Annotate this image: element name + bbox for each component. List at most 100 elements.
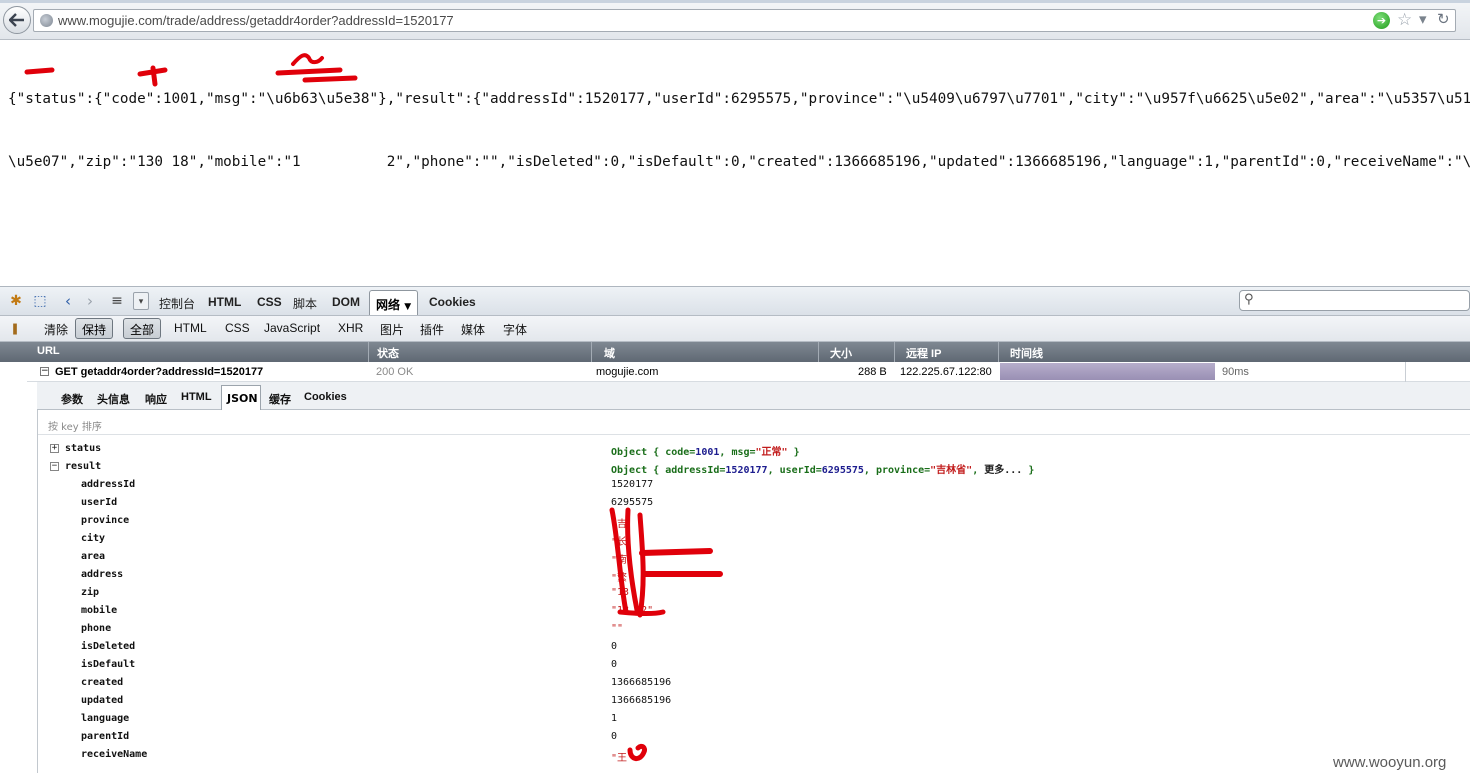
col-url[interactable]: URL bbox=[37, 345, 60, 357]
tab-strip-edge bbox=[0, 0, 1470, 3]
filter-xhr[interactable]: XHR bbox=[338, 321, 363, 335]
json-key-addressid: addressId bbox=[81, 479, 136, 490]
panel-dropdown-icon[interactable]: ▾ bbox=[133, 292, 149, 310]
json-key-status[interactable]: status bbox=[65, 443, 101, 454]
raw-json-line-1: {"status":{"code":1001,"msg":"\u6b63\u5e… bbox=[8, 91, 1470, 107]
filter-fonts[interactable]: 字体 bbox=[503, 321, 527, 338]
col-divider bbox=[818, 342, 819, 362]
inspect-element-icon[interactable]: ⬚ bbox=[30, 292, 50, 310]
bookmark-star-icon[interactable]: ☆ bbox=[1397, 10, 1412, 30]
summary-key: addressId= bbox=[665, 465, 726, 476]
watermark: www.wooyun.org bbox=[1333, 754, 1447, 771]
detail-tab-json[interactable]: JSON bbox=[221, 385, 261, 410]
tab-dom[interactable]: DOM bbox=[332, 295, 360, 309]
json-key-created: created bbox=[81, 677, 124, 688]
col-status[interactable]: 状态 bbox=[377, 345, 399, 361]
json-value-city: "长 bbox=[611, 537, 628, 548]
request-time: 90ms bbox=[1222, 366, 1249, 378]
tab-net-dropdown-icon[interactable]: ▼ bbox=[404, 302, 411, 312]
tab-cookies[interactable]: Cookies bbox=[429, 295, 476, 309]
request-url[interactable]: GET getaddr4order?addressId=1520177 bbox=[55, 366, 263, 378]
go-icon[interactable]: ➔ bbox=[1373, 12, 1390, 29]
json-value-address: "繁 bbox=[611, 573, 628, 584]
json-value-created: 1366685196 bbox=[611, 677, 672, 688]
col-remote-ip[interactable]: 远程 IP bbox=[906, 345, 941, 361]
site-identity-icon[interactable] bbox=[40, 14, 53, 27]
json-key-userid: userId bbox=[81, 497, 118, 508]
summary-value: 1001 bbox=[695, 447, 720, 458]
request-detail-tabs: 参数 头信息 响应 HTML JSON 缓存 Cookies bbox=[37, 382, 1470, 410]
url-bar[interactable]: www.mogujie.com/trade/address/getaddr4or… bbox=[33, 9, 1456, 32]
summary-prefix: Object { bbox=[611, 447, 666, 458]
json-value-updated: 1366685196 bbox=[611, 695, 672, 706]
nav-back-icon[interactable]: ‹ bbox=[58, 292, 78, 310]
col-timeline[interactable]: 时间线 bbox=[1010, 345, 1043, 361]
search-icon: ⚲ bbox=[1244, 292, 1254, 307]
sort-by-key-link[interactable]: 按 key 排序 bbox=[48, 418, 102, 433]
json-key-parentid: parentId bbox=[81, 731, 130, 742]
tab-html[interactable]: HTML bbox=[208, 295, 241, 309]
request-status: 200 OK bbox=[376, 366, 414, 378]
col-divider bbox=[894, 342, 895, 362]
col-size[interactable]: 大小 bbox=[830, 345, 852, 361]
tab-script[interactable]: 脚本 bbox=[293, 295, 317, 312]
raw-json-response: {"status":{"code":1001,"msg":"\u6b63\u5e… bbox=[8, 47, 1470, 194]
request-row[interactable]: − GET getaddr4order?addressId=1520177 20… bbox=[27, 362, 1470, 382]
summary-key: code= bbox=[665, 447, 696, 458]
firebug-search-input[interactable]: ⚲ bbox=[1239, 290, 1470, 311]
detail-tab-json-label: JSON bbox=[227, 392, 258, 405]
json-key-updated: updated bbox=[81, 695, 124, 706]
detail-tab-response[interactable]: 响应 bbox=[145, 391, 167, 407]
clear-button[interactable]: 清除 bbox=[44, 321, 68, 338]
tab-console[interactable]: 控制台 bbox=[159, 295, 195, 312]
json-value-addressid: 1520177 bbox=[611, 479, 654, 490]
collapse-result-icon[interactable]: − bbox=[50, 462, 59, 471]
detail-tab-html[interactable]: HTML bbox=[181, 391, 212, 403]
json-value-phone: "" bbox=[611, 623, 624, 634]
back-button[interactable] bbox=[3, 6, 31, 34]
back-arrow-icon bbox=[9, 13, 24, 27]
panel-menu-icon[interactable]: ≡ bbox=[107, 292, 127, 310]
summary-value: 6295575 bbox=[821, 465, 864, 476]
detail-tab-headers[interactable]: 头信息 bbox=[97, 391, 130, 407]
detail-tab-params[interactable]: 参数 bbox=[61, 391, 83, 407]
json-key-isdefault: isDefault bbox=[81, 659, 136, 670]
summary-value: 1520177 bbox=[725, 465, 768, 476]
request-domain: mogujie.com bbox=[596, 366, 659, 378]
collapse-toggle-icon[interactable]: − bbox=[40, 367, 49, 376]
filter-javascript[interactable]: JavaScript bbox=[264, 321, 320, 335]
tab-css[interactable]: CSS bbox=[257, 295, 282, 309]
json-value-province: "吉 bbox=[611, 519, 628, 530]
filter-html[interactable]: HTML bbox=[174, 321, 207, 335]
json-key-city: city bbox=[81, 533, 106, 544]
summary-suffix: } bbox=[1022, 465, 1035, 476]
json-key-mobile: mobile bbox=[81, 605, 118, 616]
json-key-result[interactable]: result bbox=[65, 461, 101, 472]
navigation-toolbar: www.mogujie.com/trade/address/getaddr4or… bbox=[0, 0, 1470, 40]
filter-all-button[interactable]: 全部 bbox=[123, 318, 162, 339]
reload-icon[interactable]: ↻ bbox=[1437, 10, 1450, 28]
firebug-bug-icon[interactable]: ✱ bbox=[6, 292, 26, 310]
json-value-language: 1 bbox=[611, 713, 618, 724]
detail-tab-cookies[interactable]: Cookies bbox=[304, 391, 347, 403]
json-key-isdeleted: isDeleted bbox=[81, 641, 136, 652]
raw-json-line-2: \u5e07","zip":"130 18","mobile":"1 2","p… bbox=[8, 154, 1470, 170]
json-value-zip: "13 bbox=[611, 587, 630, 598]
history-dropdown-icon[interactable]: ▾ bbox=[1419, 10, 1427, 28]
persist-button[interactable]: 保持 bbox=[75, 318, 114, 339]
summary-sep: , bbox=[972, 465, 985, 476]
nav-forward-icon[interactable]: › bbox=[80, 292, 100, 310]
expand-status-icon[interactable]: + bbox=[50, 444, 59, 453]
filter-media[interactable]: 媒体 bbox=[461, 321, 485, 338]
row-divider bbox=[1405, 362, 1406, 382]
summary-more-link[interactable]: 更多... bbox=[984, 465, 1022, 476]
summary-key: userId= bbox=[779, 465, 822, 476]
filter-images[interactable]: 图片 bbox=[380, 321, 404, 338]
filter-plugins[interactable]: 插件 bbox=[420, 321, 444, 338]
filter-css[interactable]: CSS bbox=[225, 321, 250, 335]
tab-net[interactable]: 网络 ▼ bbox=[369, 290, 418, 315]
detail-tab-cache[interactable]: 缓存 bbox=[269, 391, 291, 407]
net-filter-bar: ❚ 清除 保持 全部 HTML CSS JavaScript XHR 图片 插件… bbox=[0, 316, 1470, 342]
xhr-breakpoint-icon[interactable]: ❚ bbox=[5, 320, 25, 338]
col-domain[interactable]: 域 bbox=[604, 345, 615, 361]
